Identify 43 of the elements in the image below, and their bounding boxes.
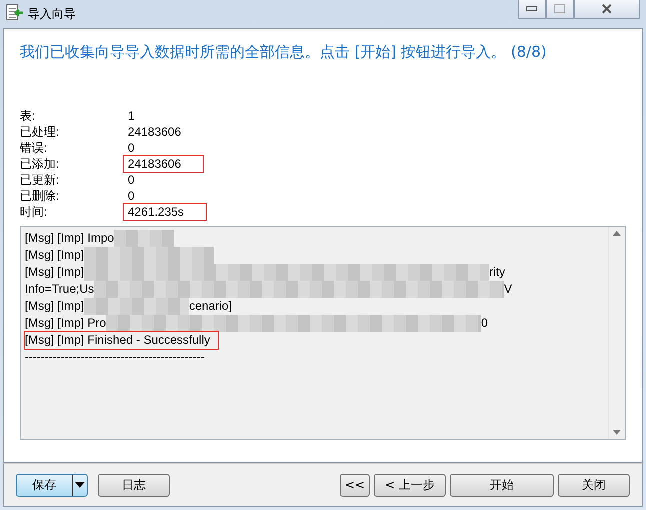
stat-value: 0 [127,188,135,204]
stat-label: 错误: [20,140,48,156]
stat-label: 已处理: [20,124,60,140]
stat-label: 已删除: [20,188,60,204]
stat-label: 已更新: [20,172,60,188]
dialog-button[interactable]: < 上一步 [374,474,446,496]
log-line: [Msg] [Imp] [25,264,84,281]
dialog-button[interactable]: 开始 [450,474,554,496]
log-line: [Msg] [Imp] [25,298,84,315]
instruction-text: 我们已收集向导导入数据时所需的全部信息。点击 [开始] 按钮进行导入。 (8/8) [20,43,548,62]
close-button[interactable] [574,0,640,19]
dialog-button[interactable]: 日志 [98,474,170,496]
stat-value: 0 [127,172,135,188]
scroll-down-icon[interactable] [613,430,621,435]
stat-label: 已添加: [20,156,60,172]
window-title: 导入向导 [28,6,76,23]
stat-value: 24183606 [127,124,182,140]
stat-label: 表: [20,108,36,124]
table-import-icon [6,4,24,22]
dialog-button[interactable]: << [340,474,370,496]
log-line: Info=True;Us [25,281,94,298]
close-icon [601,4,613,14]
log-line: [Msg] [Imp] Impo [25,230,114,247]
maximize-icon [554,4,566,14]
log-line: [Msg] [Imp] [25,247,84,264]
log-line: [Msg] [Imp] Finished - Successfully [25,332,218,349]
log-line: rity [489,264,506,281]
log-line: --------------------------------------------- [25,349,205,366]
log-line: cenario] [189,298,232,315]
minimize-icon [526,6,538,12]
save-button[interactable]: 保存 [16,474,88,496]
dropdown-caret-icon[interactable] [75,482,85,488]
stat-value: 4261.235s [124,204,206,220]
stat-value: 24183606 [124,156,204,172]
dialog-button[interactable]: 关闭 [558,474,630,496]
scroll-up-icon[interactable] [613,231,621,236]
log-line: [Msg] [Imp] Pro [25,315,106,332]
log-line: 0 [481,315,488,332]
minimize-button[interactable] [518,0,546,19]
stat-value: 1 [127,108,135,124]
stat-value: 0 [127,140,135,156]
log-line: V [504,281,512,298]
stat-label: 时间: [20,204,48,220]
